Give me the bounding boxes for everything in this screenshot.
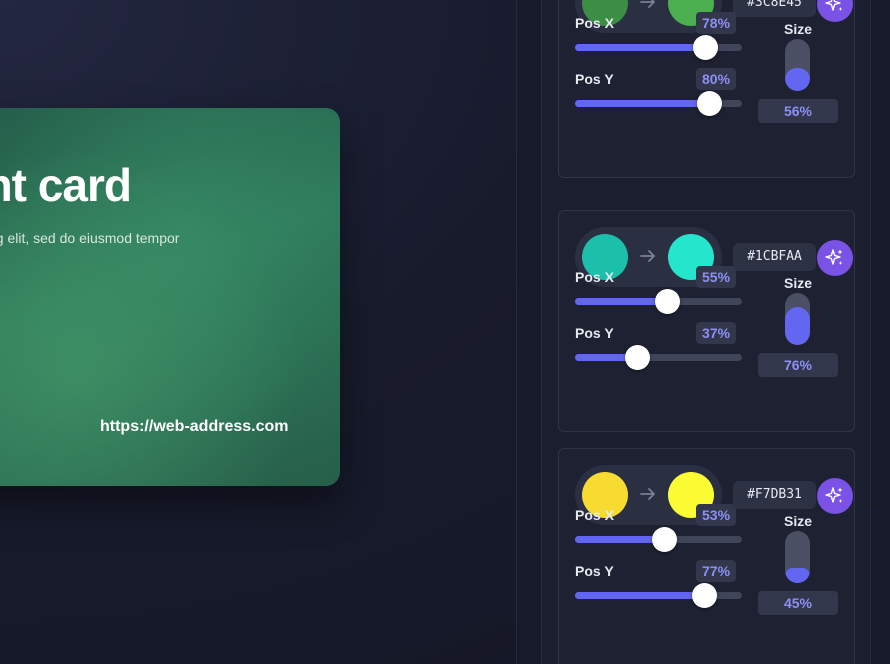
- pos-y-slider[interactable]: [575, 583, 742, 608]
- pos-x-label: Pos X: [575, 507, 614, 523]
- pos-x-value: 55%: [696, 266, 737, 288]
- pos-x-label: Pos X: [575, 15, 614, 31]
- size-label: Size: [784, 21, 813, 37]
- pos-x-slider[interactable]: [575, 527, 742, 552]
- randomize-button[interactable]: [817, 478, 853, 514]
- size-slider-fill: [785, 68, 810, 91]
- size-value: 76%: [758, 353, 838, 377]
- pos-y-slider-thumb[interactable]: [692, 583, 717, 608]
- size-value: 45%: [758, 591, 838, 615]
- size-value: 56%: [758, 99, 838, 123]
- pos-x-label: Pos X: [575, 269, 614, 285]
- pos-x-slider-fill: [575, 298, 667, 305]
- pos-y-slider-fill: [575, 100, 709, 107]
- pos-y-slider-thumb[interactable]: [697, 91, 722, 116]
- preview-card: ent card piscing elit, sed do eiusmod te…: [0, 108, 340, 486]
- randomize-button[interactable]: [817, 240, 853, 276]
- sparkles-icon: [825, 487, 843, 503]
- arrow-right-icon: [640, 250, 655, 262]
- pos-y-label: Pos Y: [575, 325, 614, 341]
- pos-x-slider-fill: [575, 44, 705, 51]
- pos-y-slider[interactable]: [575, 91, 742, 116]
- pos-y-slider-fill: [575, 592, 704, 599]
- sparkles-icon: [825, 0, 843, 11]
- size-slider-fill: [785, 568, 810, 583]
- size-slider[interactable]: [785, 39, 810, 91]
- arrow-right-icon: [640, 488, 655, 500]
- pos-x-value: 78%: [696, 12, 737, 34]
- pos-y-value: 77%: [696, 560, 737, 582]
- size-slider[interactable]: [785, 531, 810, 583]
- size-label: Size: [784, 275, 813, 291]
- pos-x-slider-thumb[interactable]: [655, 289, 680, 314]
- size-slider[interactable]: [785, 293, 810, 345]
- hex-field[interactable]: #F7DB31: [733, 481, 816, 509]
- pos-x-slider[interactable]: [575, 289, 742, 314]
- pos-x-slider-fill: [575, 536, 664, 543]
- hex-field[interactable]: #1CBFAA: [733, 243, 816, 271]
- card-url: https://web-address.com: [100, 418, 289, 435]
- pos-y-value: 37%: [696, 322, 737, 344]
- size-label: Size: [784, 513, 813, 529]
- arrow-right-icon: [640, 0, 655, 8]
- sparkles-icon: [825, 249, 843, 265]
- hex-field[interactable]: #3C8E45: [733, 0, 816, 17]
- pos-y-value: 80%: [696, 68, 737, 90]
- pos-x-slider-thumb[interactable]: [652, 527, 677, 552]
- pos-x-slider-thumb[interactable]: [693, 35, 718, 60]
- pos-y-label: Pos Y: [575, 563, 614, 579]
- color-stop: #3C8E45 Pos X 78% Pos Y 80% Size 56%: [558, 0, 855, 178]
- pos-y-slider[interactable]: [575, 345, 742, 370]
- pos-y-label: Pos Y: [575, 71, 614, 87]
- card-text: piscing elit, sed do eiusmod tempor: [0, 230, 180, 246]
- color-stop: #1CBFAA Pos X 55% Pos Y 37% Size 76%: [558, 210, 855, 432]
- pos-y-slider-thumb[interactable]: [625, 345, 650, 370]
- pos-x-slider[interactable]: [575, 35, 742, 60]
- card-title: ent card: [0, 159, 132, 211]
- color-stop: #F7DB31 Pos X 53% Pos Y 77% Size 45%: [558, 448, 855, 664]
- randomize-button[interactable]: [817, 0, 853, 22]
- pos-x-value: 53%: [696, 504, 737, 526]
- size-slider-fill: [785, 307, 810, 345]
